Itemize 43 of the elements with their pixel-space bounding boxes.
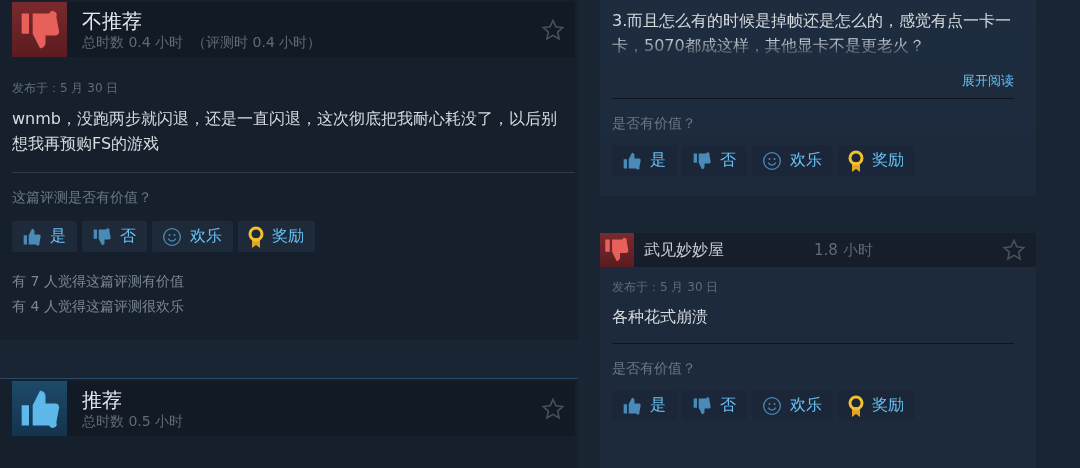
thumbs-down-icon [692,395,712,416]
review-text: 3.而且怎么有的时候是掉帧还是怎么的，感觉有点一卡一卡，5070都成这样，其他显卡不是更老火？ [612,10,1013,57]
vote-button[interactable]: 欢乐 [752,390,833,421]
vote-button[interactable]: 奖励 [838,390,915,421]
award-icon [248,225,264,248]
vote-button[interactable]: 否 [682,390,747,421]
review-text: wnmb，没跑两步就闪退，还是一直闪退，这次彻底把我耐心耗没了，以后别想我再预购FS的游戏 [12,108,558,155]
helpful-question: 这篇评测是否有价值？ [12,189,153,207]
thumbs-down-icon [692,150,712,171]
vote-button[interactable]: 是 [612,390,677,421]
vote-button[interactable]: 否 [82,221,147,252]
helpful-question: 是否有价值？ [612,360,697,378]
vote-button[interactable]: 是 [12,221,77,252]
thumbs-up-icon [622,395,642,416]
verdict-title: 不推荐 [82,7,143,34]
smiley-icon [762,150,782,171]
thumbs-up-icon [622,150,642,171]
vote-button[interactable]: 欢乐 [752,145,833,176]
vote-button[interactable]: 是 [612,145,677,176]
vote-button[interactable]: 否 [682,145,747,176]
helpful-count: 有 7 人觉得这篇评测有价值 [12,272,185,291]
star-icon[interactable] [541,17,565,42]
vote-button[interactable]: 奖励 [238,221,315,252]
author-name[interactable]: 武见妙妙屋 [634,239,814,261]
playtime-text: 总时数 0.5 小时 [82,412,185,431]
vote-button[interactable]: 欢乐 [152,221,233,252]
helpful-question: 是否有价值？ [612,115,697,133]
vote-button[interactable]: 奖励 [838,145,915,176]
review-text: 各种花式崩溃 [612,306,709,328]
smiley-icon [762,395,782,416]
thumbs-down-icon [92,226,112,247]
star-icon[interactable] [541,396,565,421]
read-more-link[interactable]: 展开阅读 [962,72,1014,90]
thumbs-up-icon [22,226,42,247]
award-icon [848,394,864,417]
smiley-icon [162,226,182,247]
star-icon[interactable] [1002,238,1026,262]
verdict-title: 推荐 [82,386,123,413]
playtime-text: 1.8 小时 [814,240,874,260]
helpful-count: 有 4 人觉得这篇评测很欢乐 [12,297,185,316]
playtime-text: 总时数 0.4 小时 （评测时 0.4 小时） [82,33,323,52]
award-icon [848,149,864,172]
posted-date: 发布于：5 月 30 日 [12,80,120,97]
